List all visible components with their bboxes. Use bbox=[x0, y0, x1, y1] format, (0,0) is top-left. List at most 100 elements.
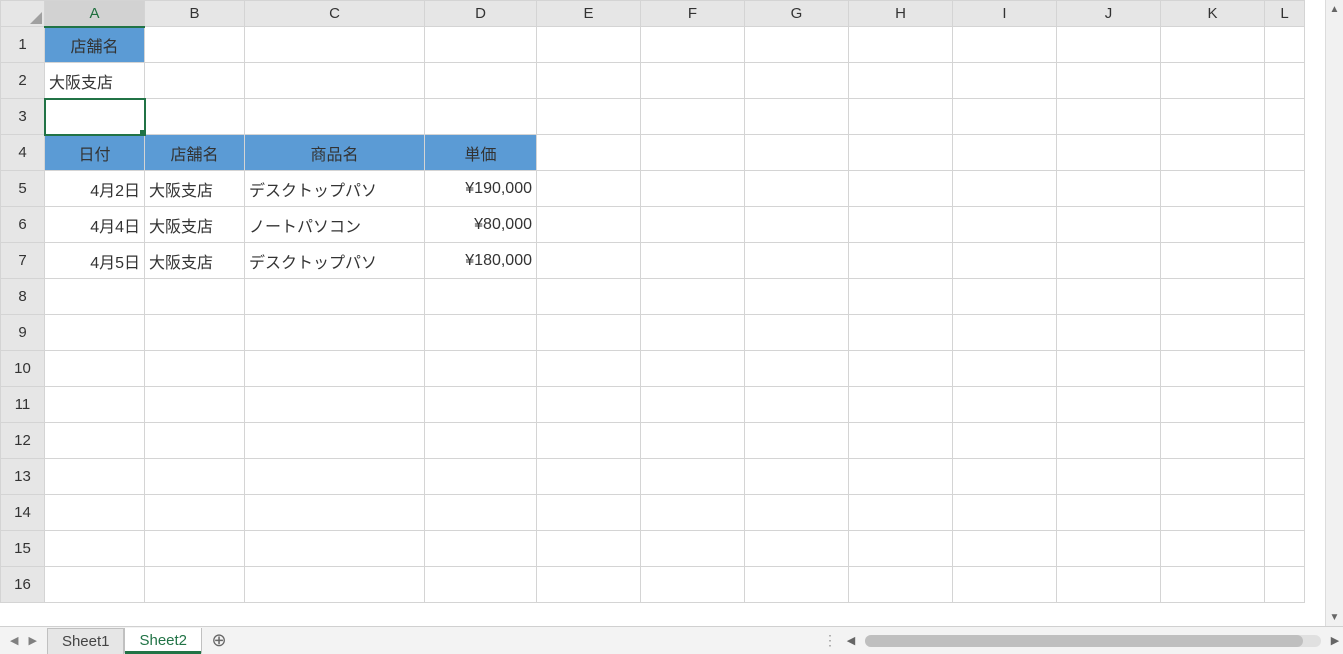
cell-I8[interactable] bbox=[953, 279, 1057, 315]
tab-sheet1[interactable]: Sheet1 bbox=[47, 628, 125, 654]
cell-A16[interactable] bbox=[45, 567, 145, 603]
cell-F12[interactable] bbox=[641, 423, 745, 459]
row-header-5[interactable]: 5 bbox=[1, 171, 45, 207]
col-header-C[interactable]: C bbox=[245, 1, 425, 27]
cell-J3[interactable] bbox=[1057, 99, 1161, 135]
row-header-4[interactable]: 4 bbox=[1, 135, 45, 171]
cell-L16[interactable] bbox=[1265, 567, 1305, 603]
cell-K8[interactable] bbox=[1161, 279, 1265, 315]
cell-A3-active[interactable] bbox=[45, 99, 145, 135]
cell-I15[interactable] bbox=[953, 531, 1057, 567]
cell-D9[interactable] bbox=[425, 315, 537, 351]
cell-E7[interactable] bbox=[537, 243, 641, 279]
row-header-6[interactable]: 6 bbox=[1, 207, 45, 243]
row-header-7[interactable]: 7 bbox=[1, 243, 45, 279]
cell-D15[interactable] bbox=[425, 531, 537, 567]
cell-E4[interactable] bbox=[537, 135, 641, 171]
cell-A4[interactable]: 日付 bbox=[45, 135, 145, 171]
cell-J14[interactable] bbox=[1057, 495, 1161, 531]
cell-K13[interactable] bbox=[1161, 459, 1265, 495]
scroll-up-icon[interactable]: ▲ bbox=[1326, 0, 1343, 18]
cell-F7[interactable] bbox=[641, 243, 745, 279]
cell-G16[interactable] bbox=[745, 567, 849, 603]
cell-H3[interactable] bbox=[849, 99, 953, 135]
row-header-16[interactable]: 16 bbox=[1, 567, 45, 603]
cell-G14[interactable] bbox=[745, 495, 849, 531]
cell-D8[interactable] bbox=[425, 279, 537, 315]
cell-E16[interactable] bbox=[537, 567, 641, 603]
cell-H2[interactable] bbox=[849, 63, 953, 99]
cell-F11[interactable] bbox=[641, 387, 745, 423]
cell-B13[interactable] bbox=[145, 459, 245, 495]
row-header-3[interactable]: 3 bbox=[1, 99, 45, 135]
cell-I3[interactable] bbox=[953, 99, 1057, 135]
hscroll-grip-icon[interactable]: ⋮ bbox=[823, 632, 837, 649]
cell-H15[interactable] bbox=[849, 531, 953, 567]
cell-J9[interactable] bbox=[1057, 315, 1161, 351]
cell-I5[interactable] bbox=[953, 171, 1057, 207]
row-header-15[interactable]: 15 bbox=[1, 531, 45, 567]
cell-K6[interactable] bbox=[1161, 207, 1265, 243]
cell-A14[interactable] bbox=[45, 495, 145, 531]
cell-D1[interactable] bbox=[425, 27, 537, 63]
cell-B6[interactable]: 大阪支店 bbox=[145, 207, 245, 243]
cell-F16[interactable] bbox=[641, 567, 745, 603]
cell-E1[interactable] bbox=[537, 27, 641, 63]
cell-G9[interactable] bbox=[745, 315, 849, 351]
cell-I11[interactable] bbox=[953, 387, 1057, 423]
cell-L2[interactable] bbox=[1265, 63, 1305, 99]
cell-I14[interactable] bbox=[953, 495, 1057, 531]
cell-J2[interactable] bbox=[1057, 63, 1161, 99]
cell-B8[interactable] bbox=[145, 279, 245, 315]
col-header-I[interactable]: I bbox=[953, 1, 1057, 27]
cell-G6[interactable] bbox=[745, 207, 849, 243]
horizontal-scrollbar[interactable]: ⋮ ◀ ▶ bbox=[823, 627, 1343, 654]
add-sheet-button[interactable]: ⊕ bbox=[202, 627, 236, 654]
cell-K1[interactable] bbox=[1161, 27, 1265, 63]
cell-D3[interactable] bbox=[425, 99, 537, 135]
cell-K16[interactable] bbox=[1161, 567, 1265, 603]
cell-A9[interactable] bbox=[45, 315, 145, 351]
hscroll-track[interactable] bbox=[865, 635, 1321, 647]
cell-G8[interactable] bbox=[745, 279, 849, 315]
cell-L10[interactable] bbox=[1265, 351, 1305, 387]
cell-I13[interactable] bbox=[953, 459, 1057, 495]
cell-F3[interactable] bbox=[641, 99, 745, 135]
cell-F2[interactable] bbox=[641, 63, 745, 99]
cell-C15[interactable] bbox=[245, 531, 425, 567]
cell-C14[interactable] bbox=[245, 495, 425, 531]
col-header-L[interactable]: L bbox=[1265, 1, 1305, 27]
cell-I12[interactable] bbox=[953, 423, 1057, 459]
cell-H8[interactable] bbox=[849, 279, 953, 315]
cell-L12[interactable] bbox=[1265, 423, 1305, 459]
cell-A7[interactable]: 4月5日 bbox=[45, 243, 145, 279]
cell-D13[interactable] bbox=[425, 459, 537, 495]
cell-J5[interactable] bbox=[1057, 171, 1161, 207]
cell-F15[interactable] bbox=[641, 531, 745, 567]
cell-E8[interactable] bbox=[537, 279, 641, 315]
cell-J16[interactable] bbox=[1057, 567, 1161, 603]
col-header-A[interactable]: A bbox=[45, 1, 145, 27]
cell-C4[interactable]: 商品名 bbox=[245, 135, 425, 171]
cell-B1[interactable] bbox=[145, 27, 245, 63]
cell-A6[interactable]: 4月4日 bbox=[45, 207, 145, 243]
cell-E13[interactable] bbox=[537, 459, 641, 495]
col-header-B[interactable]: B bbox=[145, 1, 245, 27]
cell-G3[interactable] bbox=[745, 99, 849, 135]
cell-B3[interactable] bbox=[145, 99, 245, 135]
row-header-12[interactable]: 12 bbox=[1, 423, 45, 459]
cell-B11[interactable] bbox=[145, 387, 245, 423]
cell-H14[interactable] bbox=[849, 495, 953, 531]
cell-H6[interactable] bbox=[849, 207, 953, 243]
cell-F4[interactable] bbox=[641, 135, 745, 171]
cell-F5[interactable] bbox=[641, 171, 745, 207]
cell-E12[interactable] bbox=[537, 423, 641, 459]
cell-C16[interactable] bbox=[245, 567, 425, 603]
cell-H10[interactable] bbox=[849, 351, 953, 387]
cell-D12[interactable] bbox=[425, 423, 537, 459]
cell-E5[interactable] bbox=[537, 171, 641, 207]
cell-C12[interactable] bbox=[245, 423, 425, 459]
cell-D2[interactable] bbox=[425, 63, 537, 99]
row-header-10[interactable]: 10 bbox=[1, 351, 45, 387]
cell-L1[interactable] bbox=[1265, 27, 1305, 63]
